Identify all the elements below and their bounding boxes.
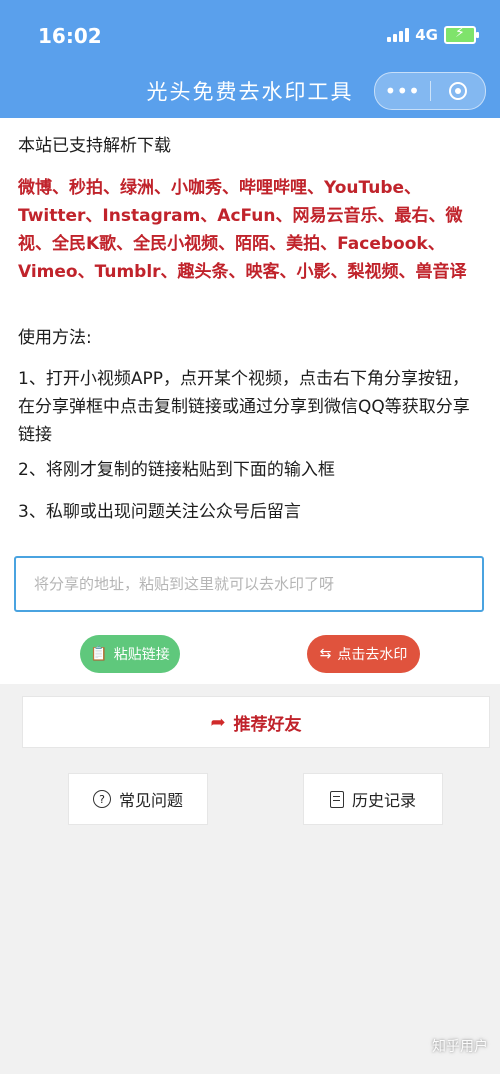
history-button[interactable]: 历史记录 — [303, 773, 443, 825]
signal-icon — [387, 28, 410, 42]
more-dots-icon[interactable]: ••• — [375, 73, 430, 109]
top-bar: 16:02 4G ⚡ 光头免费去水印工具 ••• — [0, 0, 500, 118]
swap-arrows-icon: ⇆ — [319, 646, 332, 662]
status-indicators: 4G ⚡ — [387, 25, 479, 44]
faq-button[interactable]: ? 常见问题 — [68, 773, 208, 825]
remove-watermark-label: 点击去水印 — [337, 647, 408, 663]
usage-step-1: 1、打开小视频APP，点开某个视频，点击右下角分享按钮，在分享弹框中点击复制链接… — [18, 369, 470, 445]
supported-heading: 本站已支持解析下载 — [18, 136, 171, 156]
battery-icon: ⚡ — [444, 25, 479, 44]
source-watermark: 知乎用户 — [432, 1039, 488, 1055]
mini-program-capsule: ••• — [374, 72, 486, 110]
paste-link-label: 粘贴链接 — [113, 647, 170, 663]
supported-platforms: 微博、秒拍、绿洲、小咖秀、哔哩哔哩、YouTube、Twitter、Instag… — [18, 178, 467, 282]
document-icon — [329, 790, 344, 808]
network-type: 4G — [415, 26, 438, 44]
target-close-icon — [448, 82, 467, 100]
history-label: 历史记录 — [351, 791, 416, 810]
faq-label: 常见问题 — [118, 791, 183, 810]
usage-heading: 使用方法: — [18, 328, 92, 348]
remove-watermark-button[interactable]: ⇆ 点击去水印 — [307, 635, 420, 673]
recommend-label: 推荐好友 — [233, 714, 302, 735]
clipboard-icon: 📋 — [90, 646, 108, 662]
usage-step-3: 3、私聊或出现问题关注公众号后留言 — [18, 502, 301, 522]
info-panel: 本站已支持解析下载 微博、秒拍、绿洲、小咖秀、哔哩哔哩、YouTube、Twit… — [0, 118, 500, 542]
status-time: 16:02 — [38, 24, 102, 48]
share-arrow-icon: ➦ — [210, 711, 226, 733]
share-url-input[interactable] — [14, 556, 484, 612]
recommend-friends-button[interactable]: ➦ 推荐好友 — [22, 696, 490, 748]
close-target-button[interactable] — [431, 73, 486, 109]
usage-step-2: 2、将刚才复制的链接粘贴到下面的输入框 — [18, 460, 335, 480]
paste-link-button[interactable]: 📋 粘贴链接 — [80, 635, 180, 673]
question-circle-icon: ? — [92, 790, 111, 808]
input-area: 📋 粘贴链接 ⇆ 点击去水印 — [0, 542, 500, 684]
